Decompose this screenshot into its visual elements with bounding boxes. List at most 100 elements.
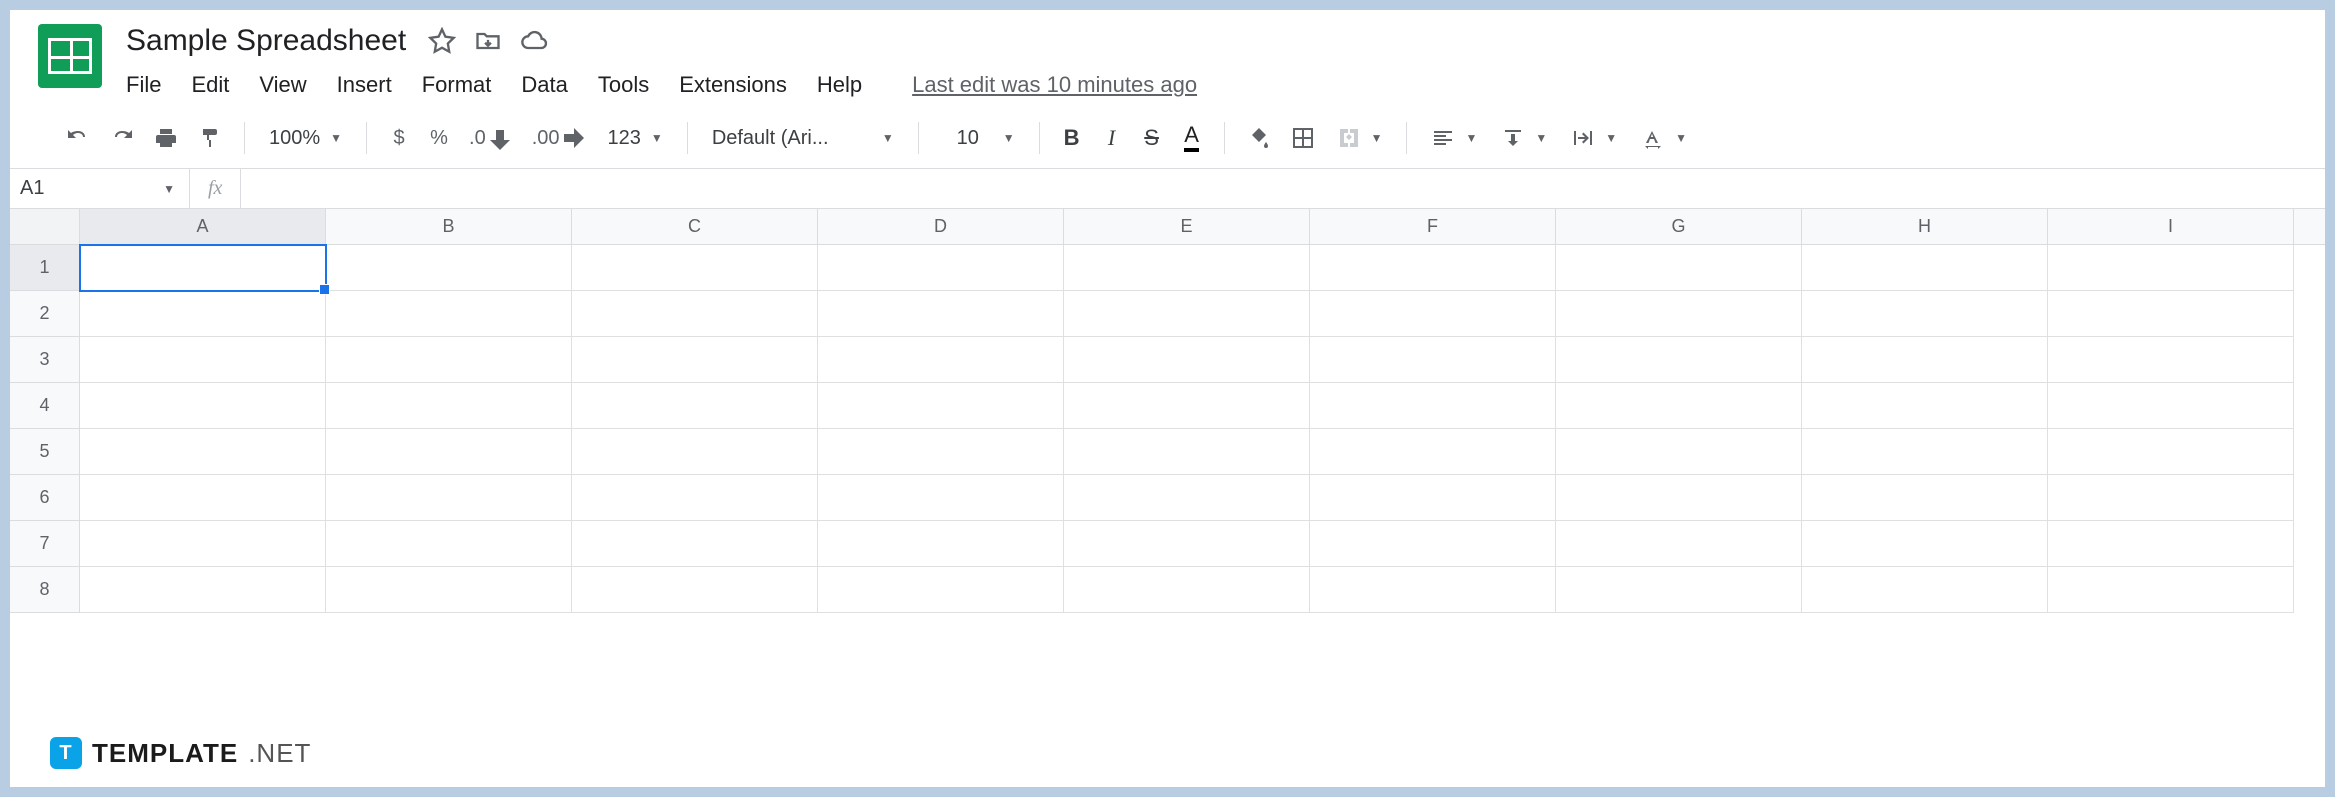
menu-edit[interactable]: Edit	[191, 72, 229, 98]
cell[interactable]	[1064, 475, 1310, 521]
cell[interactable]	[1310, 475, 1556, 521]
column-header[interactable]: B	[326, 209, 572, 244]
cell[interactable]	[1802, 475, 2048, 521]
cell[interactable]	[572, 383, 818, 429]
cell[interactable]	[1310, 337, 1556, 383]
column-header[interactable]: I	[2048, 209, 2294, 244]
row-header[interactable]: 8	[10, 567, 80, 613]
cell[interactable]	[572, 245, 818, 291]
cell[interactable]	[80, 521, 326, 567]
cell[interactable]	[1802, 429, 2048, 475]
cell[interactable]	[1556, 383, 1802, 429]
cell[interactable]	[818, 521, 1064, 567]
cell[interactable]	[2048, 567, 2294, 613]
cell[interactable]	[818, 567, 1064, 613]
cell[interactable]	[2048, 291, 2294, 337]
print-button[interactable]	[146, 118, 186, 158]
more-formats-dropdown[interactable]: 123 ▼	[598, 127, 673, 150]
cell[interactable]	[1556, 475, 1802, 521]
cell[interactable]	[326, 245, 572, 291]
strikethrough-button[interactable]: S	[1134, 118, 1170, 158]
decrease-decimal-button[interactable]: .0	[461, 118, 520, 158]
name-box[interactable]: A1 ▼	[10, 169, 190, 208]
bold-button[interactable]: B	[1054, 118, 1090, 158]
cell[interactable]	[1802, 337, 2048, 383]
cell[interactable]	[80, 337, 326, 383]
menu-file[interactable]: File	[126, 72, 161, 98]
cell[interactable]	[1310, 245, 1556, 291]
cell[interactable]	[1310, 291, 1556, 337]
cell[interactable]	[80, 475, 326, 521]
cell[interactable]	[326, 429, 572, 475]
column-header[interactable]: G	[1556, 209, 1802, 244]
cell[interactable]	[818, 337, 1064, 383]
cell[interactable]	[2048, 337, 2294, 383]
cell[interactable]	[1556, 291, 1802, 337]
row-header[interactable]: 2	[10, 291, 80, 337]
font-size-dropdown[interactable]: 10 ▼	[933, 127, 1025, 150]
format-currency-button[interactable]: $	[381, 118, 417, 158]
cell[interactable]	[1064, 245, 1310, 291]
star-icon[interactable]	[428, 27, 456, 55]
cell[interactable]	[572, 291, 818, 337]
cell[interactable]	[2048, 245, 2294, 291]
document-title[interactable]: Sample Spreadsheet	[122, 22, 410, 60]
cell[interactable]	[1556, 337, 1802, 383]
cell[interactable]	[80, 291, 326, 337]
menu-extensions[interactable]: Extensions	[679, 72, 787, 98]
cell[interactable]	[2048, 521, 2294, 567]
row-header[interactable]: 3	[10, 337, 80, 383]
cell[interactable]	[326, 337, 572, 383]
text-rotation-dropdown[interactable]: ▼	[1631, 126, 1697, 150]
cell[interactable]	[1310, 429, 1556, 475]
menu-insert[interactable]: Insert	[337, 72, 392, 98]
cell[interactable]	[572, 475, 818, 521]
cell[interactable]	[2048, 383, 2294, 429]
menu-help[interactable]: Help	[817, 72, 862, 98]
row-header[interactable]: 5	[10, 429, 80, 475]
italic-button[interactable]: I	[1094, 118, 1130, 158]
cell[interactable]	[1802, 521, 2048, 567]
cell[interactable]	[818, 429, 1064, 475]
column-header[interactable]: F	[1310, 209, 1556, 244]
cell[interactable]	[818, 383, 1064, 429]
cell[interactable]	[1556, 521, 1802, 567]
borders-button[interactable]	[1283, 118, 1323, 158]
text-wrap-dropdown[interactable]: ▼	[1561, 126, 1627, 150]
font-family-dropdown[interactable]: Default (Ari... ▼	[702, 127, 904, 150]
cell[interactable]	[2048, 475, 2294, 521]
cell[interactable]	[1064, 429, 1310, 475]
increase-decimal-button[interactable]: .00	[524, 118, 594, 158]
menu-view[interactable]: View	[259, 72, 306, 98]
format-percent-button[interactable]: %	[421, 118, 457, 158]
text-color-button[interactable]: A	[1174, 118, 1210, 158]
menu-tools[interactable]: Tools	[598, 72, 649, 98]
cell[interactable]	[1556, 429, 1802, 475]
cell[interactable]	[572, 337, 818, 383]
row-header[interactable]: 1	[10, 245, 80, 291]
horizontal-align-dropdown[interactable]: ▼	[1421, 126, 1487, 150]
cell[interactable]	[326, 521, 572, 567]
row-header[interactable]: 4	[10, 383, 80, 429]
cell[interactable]	[326, 291, 572, 337]
cell[interactable]	[1064, 567, 1310, 613]
zoom-dropdown[interactable]: 100% ▼	[259, 127, 352, 150]
cell[interactable]	[572, 567, 818, 613]
cloud-status-icon[interactable]	[520, 27, 548, 55]
menu-data[interactable]: Data	[521, 72, 567, 98]
sheets-logo-icon[interactable]	[38, 24, 102, 88]
cell[interactable]	[80, 383, 326, 429]
column-header[interactable]: H	[1802, 209, 2048, 244]
cell[interactable]	[1310, 521, 1556, 567]
cell[interactable]	[1064, 337, 1310, 383]
last-edit-link[interactable]: Last edit was 10 minutes ago	[912, 72, 1197, 98]
undo-button[interactable]	[58, 118, 98, 158]
column-header[interactable]: C	[572, 209, 818, 244]
cell[interactable]	[1802, 291, 2048, 337]
cell[interactable]	[80, 429, 326, 475]
cell[interactable]	[1064, 291, 1310, 337]
fill-color-button[interactable]	[1239, 118, 1279, 158]
cell[interactable]	[1064, 383, 1310, 429]
cell[interactable]	[818, 475, 1064, 521]
row-header[interactable]: 6	[10, 475, 80, 521]
